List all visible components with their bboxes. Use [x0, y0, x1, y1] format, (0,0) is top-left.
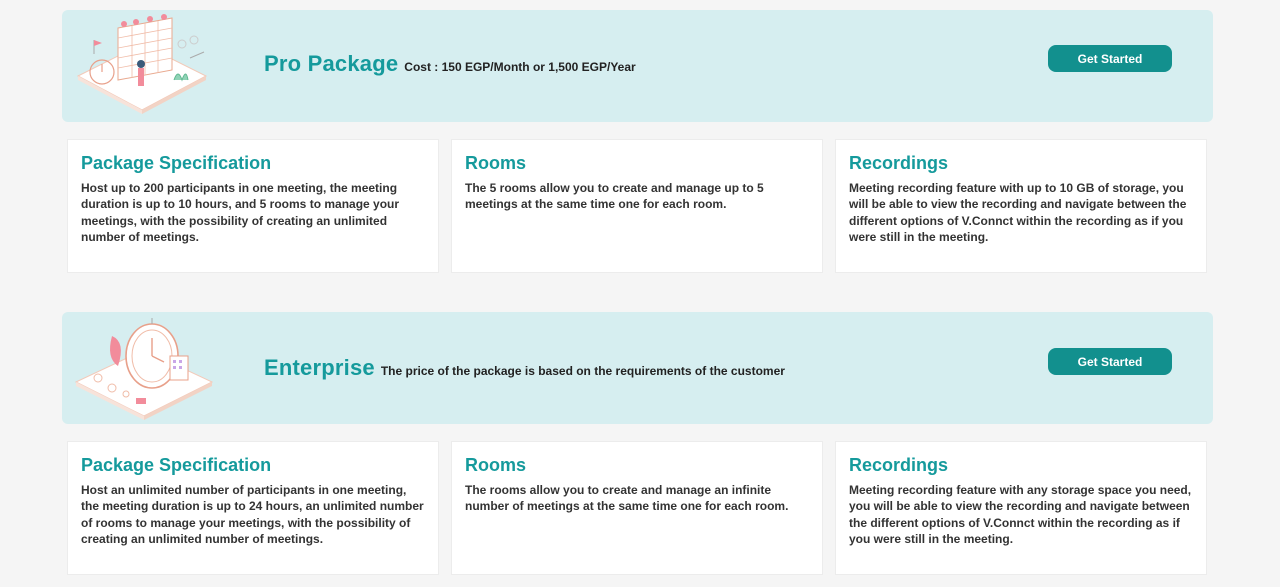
- get-started-button[interactable]: Get Started: [1048, 45, 1172, 72]
- card-body: Host up to 200 participants in one meeti…: [81, 181, 400, 244]
- card-body: Meeting recording feature with up to 10 …: [849, 181, 1187, 244]
- card-title: Package Specification: [81, 153, 272, 173]
- card-title: Rooms: [465, 455, 527, 475]
- card-title: Rooms: [465, 153, 527, 173]
- package-title-row: Enterprise The price of the package is b…: [264, 355, 785, 381]
- pro-package-banner: Pro Package Cost : 150 EGP/Month or 1,50…: [62, 10, 1213, 122]
- card-package-specification: Package Specification Host an unlimited …: [67, 441, 439, 575]
- package-name: Pro Package: [264, 51, 399, 76]
- get-started-button[interactable]: Get Started: [1048, 348, 1172, 375]
- card-title: Package Specification: [81, 455, 272, 475]
- enterprise-package-banner: Enterprise The price of the package is b…: [62, 312, 1213, 424]
- card-body: Host an unlimited number of participants…: [81, 483, 424, 546]
- card-rooms: Rooms The rooms allow you to create and …: [451, 441, 823, 575]
- package-title-row: Pro Package Cost : 150 EGP/Month or 1,50…: [264, 51, 636, 77]
- card-recordings: Recordings Meeting recording feature wit…: [835, 441, 1207, 575]
- package-name: Enterprise: [264, 355, 375, 380]
- card-body: The rooms allow you to create and manage…: [465, 483, 789, 514]
- clock-illustration-icon: [74, 318, 214, 420]
- card-title: Recordings: [849, 153, 949, 173]
- card-recordings: Recordings Meeting recording feature wit…: [835, 139, 1207, 273]
- card-rooms: Rooms The 5 rooms allow you to create an…: [451, 139, 823, 273]
- card-body: Meeting recording feature with any stora…: [849, 483, 1192, 546]
- card-package-specification: Package Specification Host up to 200 par…: [67, 139, 439, 273]
- calendar-illustration-icon: [76, 14, 208, 114]
- package-cost: The price of the package is based on the…: [380, 364, 785, 378]
- card-body: The 5 rooms allow you to create and mana…: [465, 181, 764, 212]
- package-cost: Cost : 150 EGP/Month or 1,500 EGP/Year: [404, 60, 636, 74]
- card-title: Recordings: [849, 455, 949, 475]
